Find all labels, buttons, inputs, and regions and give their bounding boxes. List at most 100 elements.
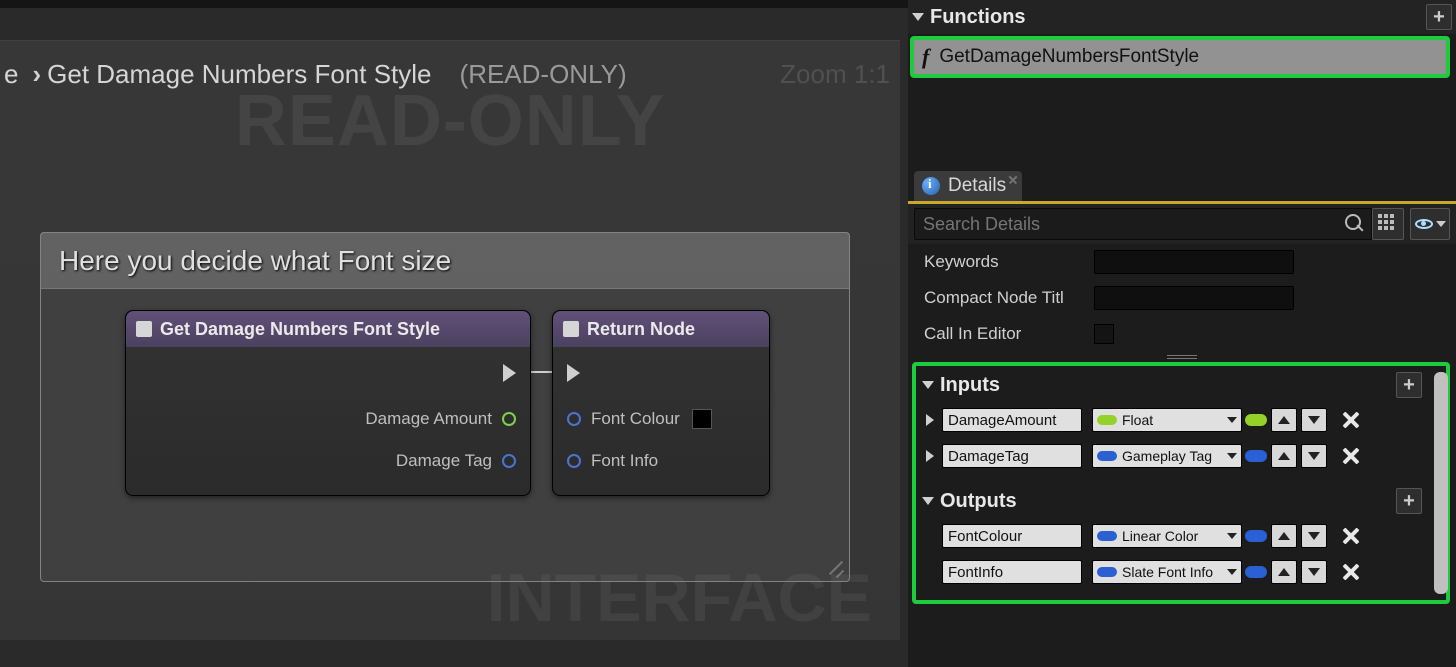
functions-label: Functions <box>930 6 1026 29</box>
remove-input-button[interactable] <box>1341 445 1363 467</box>
type-pill-icon <box>1097 415 1117 425</box>
node-get-damage-numbers-font-style[interactable]: Get Damage Numbers Font Style Damage Amo… <box>125 310 531 496</box>
move-up-button[interactable] <box>1271 444 1297 468</box>
prop-call-in-editor: Call In Editor <box>908 316 1456 352</box>
input-row: DamageAmount Float <box>920 402 1442 438</box>
container-type-button[interactable] <box>1245 566 1267 578</box>
type-label: Gameplay Tag <box>1122 448 1212 464</box>
container-type-button[interactable] <box>1245 414 1267 426</box>
expander-icon[interactable] <box>926 450 934 462</box>
right-panel: Functions + f GetDamageNumbersFontStyle … <box>908 0 1456 667</box>
scrollbar[interactable] <box>1434 372 1448 594</box>
prop-label: Call In Editor <box>924 324 1094 344</box>
resize-handle-icon[interactable] <box>821 553 843 575</box>
node-header[interactable]: Get Damage Numbers Font Style <box>126 311 530 347</box>
eye-icon <box>1415 219 1433 229</box>
output-type-dropdown[interactable]: Linear Color <box>1092 524 1242 548</box>
node-title: Get Damage Numbers Font Style <box>160 319 440 340</box>
output-type-dropdown[interactable]: Slate Font Info <box>1092 560 1242 584</box>
function-node-icon <box>136 321 152 337</box>
node-header[interactable]: Return Node <box>553 311 769 347</box>
prop-compact-title: Compact Node Titl <box>908 280 1456 316</box>
container-type-button[interactable] <box>1245 530 1267 542</box>
remove-output-button[interactable] <box>1341 525 1363 547</box>
zoom-label: Zoom 1:1 <box>780 59 890 90</box>
splitter-handle[interactable] <box>908 352 1456 362</box>
outputs-section-header[interactable]: Outputs + <box>920 484 1442 518</box>
view-options-button[interactable] <box>1410 208 1450 240</box>
move-down-button[interactable] <box>1301 408 1327 432</box>
io-highlight: Inputs + DamageAmount Float DamageTag Ga… <box>912 362 1450 604</box>
prop-label: Compact Node Titl <box>924 288 1094 308</box>
move-down-button[interactable] <box>1301 560 1327 584</box>
readonly-tag: (READ-ONLY) <box>460 59 627 90</box>
compact-title-field[interactable] <box>1094 286 1294 310</box>
breadcrumb-separator-icon: › <box>32 59 41 90</box>
exec-pin-icon <box>503 364 516 382</box>
output-name-field[interactable]: FontColour <box>942 524 1082 548</box>
pin-damage-amount[interactable]: Damage Amount <box>136 405 520 433</box>
tab-details[interactable]: Details <box>914 171 1022 201</box>
exec-out-pin[interactable] <box>136 359 520 387</box>
node-title: Return Node <box>587 319 695 340</box>
pin-damage-tag[interactable]: Damage Tag <box>136 447 520 475</box>
chevron-down-icon <box>1227 533 1237 539</box>
struct-pin-icon <box>567 412 581 426</box>
close-icon[interactable] <box>1008 175 1018 185</box>
call-in-editor-checkbox[interactable] <box>1094 324 1114 344</box>
breadcrumb-current[interactable]: Get Damage Numbers Font Style <box>47 59 431 90</box>
inputs-label: Inputs <box>940 374 1000 397</box>
tab-label: Details <box>948 175 1006 197</box>
output-row: FontColour Linear Color <box>920 518 1442 554</box>
function-node-icon <box>563 321 579 337</box>
pin-font-colour[interactable]: Font Colour <box>563 405 759 433</box>
search-input[interactable] <box>914 208 1372 240</box>
add-output-button[interactable]: + <box>1396 488 1422 514</box>
chevron-down-icon <box>1436 221 1446 227</box>
chevron-down-icon <box>1227 417 1237 423</box>
color-swatch[interactable] <box>692 409 712 429</box>
node-return[interactable]: Return Node Font Colour Font Info <box>552 310 770 496</box>
move-down-button[interactable] <box>1301 524 1327 548</box>
functions-section-header[interactable]: Functions + <box>908 0 1456 34</box>
pin-label: Damage Tag <box>396 451 492 471</box>
add-function-button[interactable]: + <box>1426 4 1452 30</box>
comment-title[interactable]: Here you decide what Font size <box>41 233 849 289</box>
info-icon <box>922 177 940 195</box>
outputs-label: Outputs <box>940 490 1017 513</box>
exec-wire <box>531 371 553 373</box>
exec-in-pin[interactable] <box>563 359 759 387</box>
remove-output-button[interactable] <box>1341 561 1363 583</box>
pin-label: Font Colour <box>591 409 680 429</box>
chevron-down-icon <box>1227 453 1237 459</box>
input-type-dropdown[interactable]: Gameplay Tag <box>1092 444 1242 468</box>
container-type-button[interactable] <box>1245 450 1267 462</box>
pin-font-info[interactable]: Font Info <box>563 447 759 475</box>
keywords-field[interactable] <box>1094 250 1294 274</box>
property-matrix-button[interactable] <box>1372 208 1404 240</box>
function-f-icon: f <box>922 44 929 70</box>
remove-input-button[interactable] <box>1341 409 1363 431</box>
move-down-button[interactable] <box>1301 444 1327 468</box>
prop-keywords: Keywords <box>908 244 1456 280</box>
type-pill-icon <box>1097 451 1117 461</box>
struct-pin-icon <box>502 454 516 468</box>
output-name-field[interactable]: FontInfo <box>942 560 1082 584</box>
input-type-dropdown[interactable]: Float <box>1092 408 1242 432</box>
input-name-field[interactable]: DamageAmount <box>942 408 1082 432</box>
move-up-button[interactable] <box>1271 524 1297 548</box>
move-up-button[interactable] <box>1271 560 1297 584</box>
function-name: GetDamageNumbersFontStyle <box>939 46 1199 68</box>
type-label: Float <box>1122 412 1153 428</box>
breadcrumb-prev[interactable]: e <box>4 59 18 90</box>
output-row: FontInfo Slate Font Info <box>920 554 1442 590</box>
input-name-field[interactable]: DamageTag <box>942 444 1082 468</box>
inputs-section-header[interactable]: Inputs + <box>920 368 1442 402</box>
type-pill-icon <box>1097 531 1117 541</box>
add-input-button[interactable]: + <box>1396 372 1422 398</box>
functions-highlight: f GetDamageNumbersFontStyle <box>910 36 1450 78</box>
graph-area: e › Get Damage Numbers Font Style (READ-… <box>0 0 908 667</box>
move-up-button[interactable] <box>1271 408 1297 432</box>
expander-icon[interactable] <box>926 414 934 426</box>
function-item[interactable]: f GetDamageNumbersFontStyle <box>914 40 1446 74</box>
